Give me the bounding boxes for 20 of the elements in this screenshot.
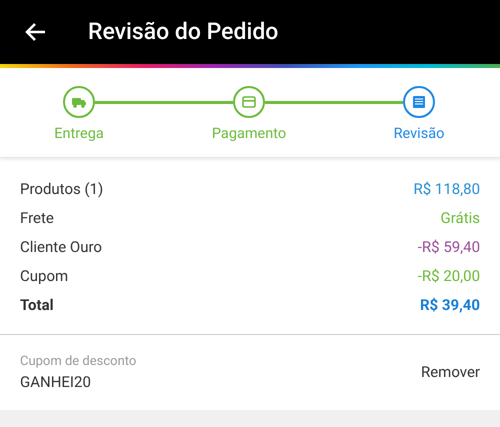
coupon-label: Cupom de desconto — [20, 352, 136, 370]
remove-button[interactable]: Remover — [420, 361, 480, 384]
summary-label: Cliente Ouro — [20, 237, 102, 258]
summary-label: Frete — [20, 208, 54, 230]
document-icon — [411, 94, 427, 110]
summary-label: Cupom — [20, 266, 68, 288]
coupon-code: GANHEI20 — [20, 372, 92, 393]
step-label: Pagamento — [210, 124, 288, 144]
screen-title: Revisão do Pedido — [88, 16, 278, 47]
summary-value: -R$ 20,00 — [418, 266, 480, 288]
summary-value: Grátis — [440, 208, 480, 230]
summary-value: R$ 118,80 — [414, 179, 480, 200]
step-label: Entrega — [53, 124, 105, 144]
summary-value: -R$ 59,40 — [418, 237, 480, 258]
summary-label: Total — [20, 295, 54, 316]
step-label: Revisão — [392, 124, 446, 144]
back-icon[interactable] — [24, 22, 46, 42]
summary-value: R$ 39,40 — [420, 295, 480, 316]
card-icon — [241, 94, 257, 110]
summary-label: Produtos (1) — [20, 179, 104, 200]
